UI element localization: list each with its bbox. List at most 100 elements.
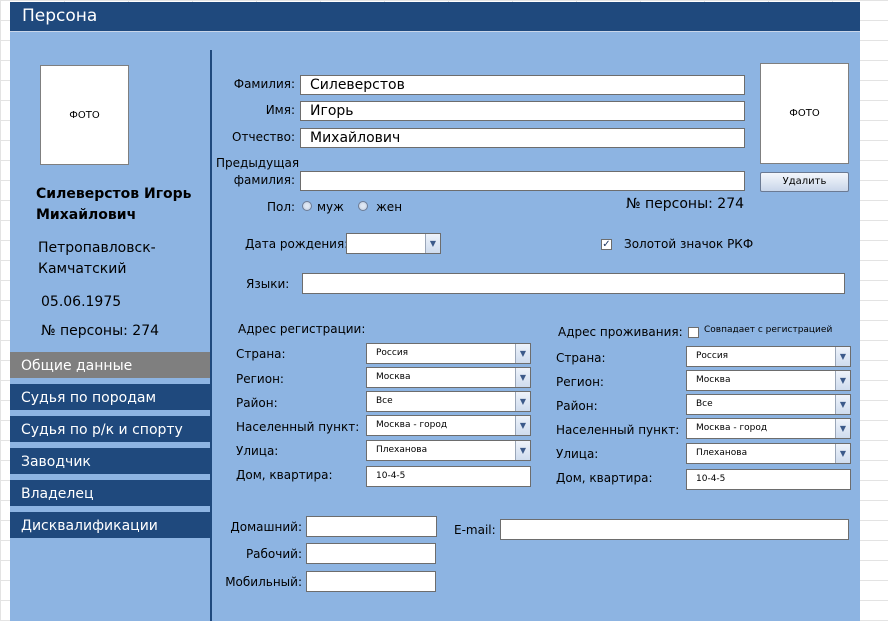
reg-district-value: Все bbox=[376, 396, 393, 406]
nav-owner[interactable]: Владелец bbox=[10, 480, 210, 508]
reg-house-label: Дом, квартира: bbox=[236, 468, 333, 482]
prev-surname-field[interactable] bbox=[300, 171, 745, 191]
left-photo: ФОТО bbox=[40, 65, 129, 165]
delete-photo-button[interactable]: Удалить bbox=[760, 172, 849, 192]
full-name-line2: Михайлович bbox=[36, 207, 137, 223]
reg-locality-label: Населенный пункт: bbox=[236, 420, 360, 434]
home-phone-field[interactable] bbox=[306, 516, 437, 537]
live-country-label: Страна: bbox=[556, 351, 606, 365]
reg-district-select[interactable]: Все ▼ bbox=[366, 391, 531, 412]
same-as-reg-label: Совпадает с регистрацией bbox=[704, 325, 833, 335]
city-line1: Петропавловск- bbox=[38, 240, 156, 256]
chevron-down-icon[interactable]: ▼ bbox=[425, 234, 440, 253]
person-window: Персона ФОТО Силеверстов Игорь Михайлови… bbox=[10, 2, 860, 621]
live-country-select[interactable]: Россия ▼ bbox=[686, 346, 851, 367]
live-district-value: Все bbox=[696, 399, 713, 409]
gender-male-label: муж bbox=[317, 200, 344, 214]
city-line2: Камчатский bbox=[38, 261, 127, 277]
reg-region-value: Москва bbox=[376, 372, 411, 382]
nav-general[interactable]: Общие данные bbox=[10, 352, 210, 380]
prev-surname-label-1: Предыдущая bbox=[216, 156, 300, 170]
gender-female-radio[interactable] bbox=[358, 201, 368, 211]
work-phone-field[interactable] bbox=[306, 543, 436, 564]
person-city: Петропавловск- Камчатский bbox=[38, 238, 156, 280]
chevron-down-icon[interactable]: ▼ bbox=[835, 444, 850, 463]
live-house-label: Дом, квартира: bbox=[556, 471, 653, 485]
live-region-value: Москва bbox=[696, 375, 731, 385]
nav-breed-judge[interactable]: Судья по породам bbox=[10, 384, 210, 412]
prev-surname-label-2: фамилия: bbox=[233, 173, 295, 187]
right-photo: ФОТО bbox=[760, 63, 849, 164]
live-region-label: Регион: bbox=[556, 375, 604, 389]
right-photo-label: ФОТО bbox=[789, 108, 820, 119]
nav-sport-judge[interactable]: Судья по р/к и спорту bbox=[10, 416, 210, 444]
mobile-phone-label: Мобильный: bbox=[225, 575, 302, 589]
chevron-down-icon[interactable]: ▼ bbox=[835, 347, 850, 366]
surname-label: Фамилия: bbox=[233, 77, 295, 91]
gold-badge-label: Золотой значок РКФ bbox=[624, 237, 754, 251]
live-region-select[interactable]: Москва ▼ bbox=[686, 370, 851, 391]
reg-locality-select[interactable]: Москва - город ▼ bbox=[366, 415, 531, 436]
live-locality-select[interactable]: Москва - город ▼ bbox=[686, 418, 851, 439]
reg-region-label: Регион: bbox=[236, 372, 284, 386]
reg-country-select[interactable]: Россия ▼ bbox=[366, 343, 531, 364]
chevron-down-icon[interactable]: ▼ bbox=[515, 441, 530, 460]
email-field[interactable] bbox=[500, 519, 849, 540]
gender-female-label: жен bbox=[376, 200, 403, 214]
name-label: Имя: bbox=[265, 103, 295, 117]
full-name-line1: Силеверстов Игорь bbox=[36, 186, 192, 202]
person-number-right: № персоны: 274 bbox=[626, 196, 745, 212]
chevron-down-icon[interactable]: ▼ bbox=[835, 371, 850, 390]
birth-date-label: Дата рождения: bbox=[245, 237, 349, 251]
gold-badge-checkbox[interactable]: ✓ bbox=[601, 239, 612, 250]
live-locality-value: Москва - город bbox=[696, 423, 768, 433]
live-house-field[interactable]: 10-4-5 bbox=[686, 469, 851, 490]
live-street-label: Улица: bbox=[556, 447, 599, 461]
nav-disqualifications[interactable]: Дисквалификации bbox=[10, 512, 210, 540]
gender-male-radio[interactable] bbox=[302, 201, 312, 211]
nav-breeder[interactable]: Заводчик bbox=[10, 448, 210, 476]
live-address-header: Адрес проживания: bbox=[558, 325, 683, 339]
name-field[interactable]: Игорь bbox=[300, 101, 745, 121]
reg-street-label: Улица: bbox=[236, 444, 279, 458]
chevron-down-icon[interactable]: ▼ bbox=[515, 392, 530, 411]
live-street-value: Плеханова bbox=[696, 448, 748, 458]
vertical-divider bbox=[210, 50, 212, 621]
reg-locality-value: Москва - город bbox=[376, 420, 448, 430]
birth-date-picker[interactable]: ▼ bbox=[346, 233, 441, 254]
chevron-down-icon[interactable]: ▼ bbox=[835, 395, 850, 414]
home-phone-label: Домашний: bbox=[230, 520, 302, 534]
reg-house-field[interactable]: 10-4-5 bbox=[366, 466, 531, 487]
languages-label: Языки: bbox=[246, 277, 290, 291]
languages-field[interactable] bbox=[302, 273, 845, 294]
surname-field[interactable]: Силеверстов bbox=[300, 75, 745, 95]
live-district-label: Район: bbox=[556, 399, 598, 413]
reg-district-label: Район: bbox=[236, 396, 278, 410]
mobile-phone-field[interactable] bbox=[306, 571, 436, 592]
title-bar: Персона bbox=[10, 2, 860, 32]
reg-region-select[interactable]: Москва ▼ bbox=[366, 367, 531, 388]
reg-street-value: Плеханова bbox=[376, 445, 428, 455]
work-phone-label: Рабочий: bbox=[245, 547, 302, 561]
reg-country-value: Россия bbox=[376, 348, 409, 358]
person-birth-date: 05.06.1975 bbox=[41, 294, 122, 310]
person-number-left: № персоны: 274 bbox=[41, 323, 160, 339]
email-label: E-mail: bbox=[454, 523, 496, 537]
patronymic-field[interactable]: Михайлович bbox=[300, 128, 745, 148]
chevron-down-icon[interactable]: ▼ bbox=[835, 419, 850, 438]
patronymic-label: Отчество: bbox=[232, 130, 295, 144]
chevron-down-icon[interactable]: ▼ bbox=[515, 416, 530, 435]
same-as-reg-checkbox[interactable] bbox=[688, 327, 699, 338]
person-full-name: Силеверстов Игорь Михайлович bbox=[36, 184, 192, 226]
left-photo-label: ФОТО bbox=[69, 109, 100, 121]
reg-street-select[interactable]: Плеханова ▼ bbox=[366, 440, 531, 461]
live-district-select[interactable]: Все ▼ bbox=[686, 394, 851, 415]
chevron-down-icon[interactable]: ▼ bbox=[515, 368, 530, 387]
reg-address-header: Адрес регистрации: bbox=[238, 322, 366, 336]
live-country-value: Россия bbox=[696, 351, 729, 361]
live-street-select[interactable]: Плеханова ▼ bbox=[686, 443, 851, 464]
reg-country-label: Страна: bbox=[236, 347, 286, 361]
live-locality-label: Населенный пункт: bbox=[556, 423, 680, 437]
window-title: Персона bbox=[22, 6, 98, 26]
chevron-down-icon[interactable]: ▼ bbox=[515, 344, 530, 363]
